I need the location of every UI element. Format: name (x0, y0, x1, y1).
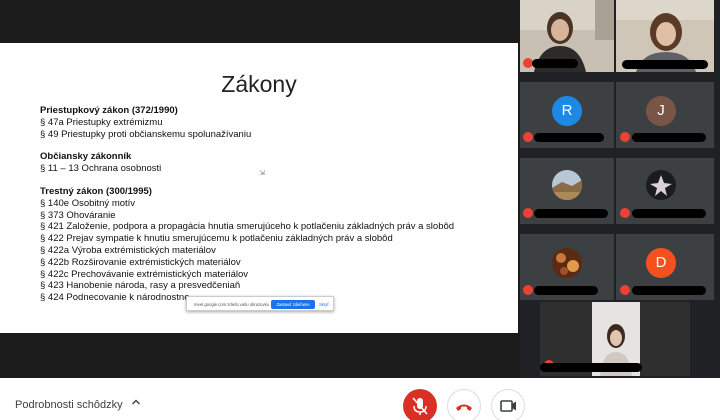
participant-name-redacted (534, 286, 598, 295)
section-priestupkovy: Priestupkový zákon (372/1990) § 47a Prie… (40, 105, 510, 140)
participant-video-tile[interactable] (520, 0, 614, 72)
muted-icon (523, 208, 533, 218)
section-trestny: Trestný zákon (300/1995) § 140e Osobitný… (40, 186, 510, 304)
camera-button[interactable] (491, 389, 525, 420)
mic-off-icon (412, 397, 428, 415)
list-item: § 11 – 13 Ochrana osobnosti (40, 163, 162, 175)
list-item: § 422a Výroba extrémistických materiálov (40, 244, 216, 256)
list-item: § 422c Prechovávanie extrémistických mat… (40, 268, 249, 280)
participant-tile[interactable]: R (520, 82, 614, 148)
avatar-photo (552, 170, 582, 200)
list-item: § 47a Priestupky extrémizmu (40, 116, 163, 128)
avatar: J (646, 96, 676, 126)
list-item: § 373 Ohováranie (40, 209, 116, 221)
participant-name-redacted (632, 133, 706, 142)
participant-tile[interactable] (616, 158, 714, 224)
phone-hangup-icon (456, 404, 472, 411)
participants-grid: R J D (518, 0, 720, 378)
hang-up-button[interactable] (447, 389, 481, 420)
participant-name-redacted (622, 60, 708, 69)
mic-off-button[interactable] (403, 389, 437, 420)
participant-name-redacted (534, 209, 608, 218)
avatar: D (646, 248, 676, 278)
self-video-tile[interactable] (540, 302, 690, 376)
camera-icon (500, 400, 516, 412)
participant-tile[interactable]: D (616, 234, 714, 300)
meeting-details-button[interactable]: Podrobnosti schôdzky (15, 399, 123, 411)
muted-icon (620, 132, 630, 142)
stop-sharing-button[interactable]: Zastaviť zdieľanie (271, 300, 315, 309)
shared-slide: Zákony Priestupkový zákon (372/1990) § 4… (0, 43, 518, 333)
muted-icon (620, 208, 630, 218)
list-item: § 423 Hanobenie národa, rasy a presvedče… (40, 280, 241, 292)
avatar-photo (646, 170, 676, 200)
section-heading: Priestupkový zákon (372/1990) (40, 105, 178, 116)
slide-body: Priestupkový zákon (372/1990) § 47a Prie… (40, 105, 510, 315)
muted-icon (523, 285, 533, 295)
participant-name-redacted (540, 363, 642, 372)
mouse-cursor-icon: ⇲ (259, 170, 265, 177)
list-item: § 140e Osobitný motív (40, 197, 136, 209)
share-banner-text: meet.google.com zdieľa vašu obrazovku (194, 302, 270, 307)
participant-name-redacted (632, 286, 706, 295)
list-item: § 421 Založenie, podpora a propagácia hn… (40, 221, 455, 233)
participant-video-tile[interactable] (616, 0, 714, 72)
list-item: § 49 Priestupky proti občianskemu spolun… (40, 128, 252, 140)
hide-banner-button[interactable]: Skryť (319, 302, 329, 307)
avatar-photo (552, 248, 582, 278)
presentation-area: Zákony Priestupkový zákon (372/1990) § 4… (0, 0, 520, 378)
chevron-up-icon[interactable] (131, 397, 141, 410)
participant-name-redacted (532, 59, 578, 68)
avatar: R (552, 96, 582, 126)
meet-window: Zákony Priestupkový zákon (372/1990) § 4… (0, 0, 720, 420)
muted-icon (620, 285, 630, 295)
section-obciansky: Občiansky zákonník § 11 – 13 Ochrana oso… (40, 151, 510, 175)
section-heading: Občiansky zákonník (40, 151, 132, 163)
muted-icon (523, 132, 533, 142)
list-item: § 422 Prejav sympatie k hnutiu smerujúce… (40, 233, 393, 245)
section-heading: Trestný zákon (300/1995) (40, 185, 152, 197)
screen-share-banner: meet.google.com zdieľa vašu obrazovku Za… (186, 296, 334, 311)
list-item: § 422b Rozširovanie extrémistických mate… (40, 256, 241, 268)
participant-name-redacted (632, 209, 706, 218)
participant-name-redacted (534, 133, 604, 142)
bottom-control-bar: Podrobnosti schôdzky (0, 378, 720, 420)
slide-title: Zákony (221, 71, 297, 97)
participant-tile[interactable] (520, 158, 614, 224)
participant-tile[interactable] (520, 234, 614, 300)
participant-tile[interactable]: J (616, 82, 714, 148)
